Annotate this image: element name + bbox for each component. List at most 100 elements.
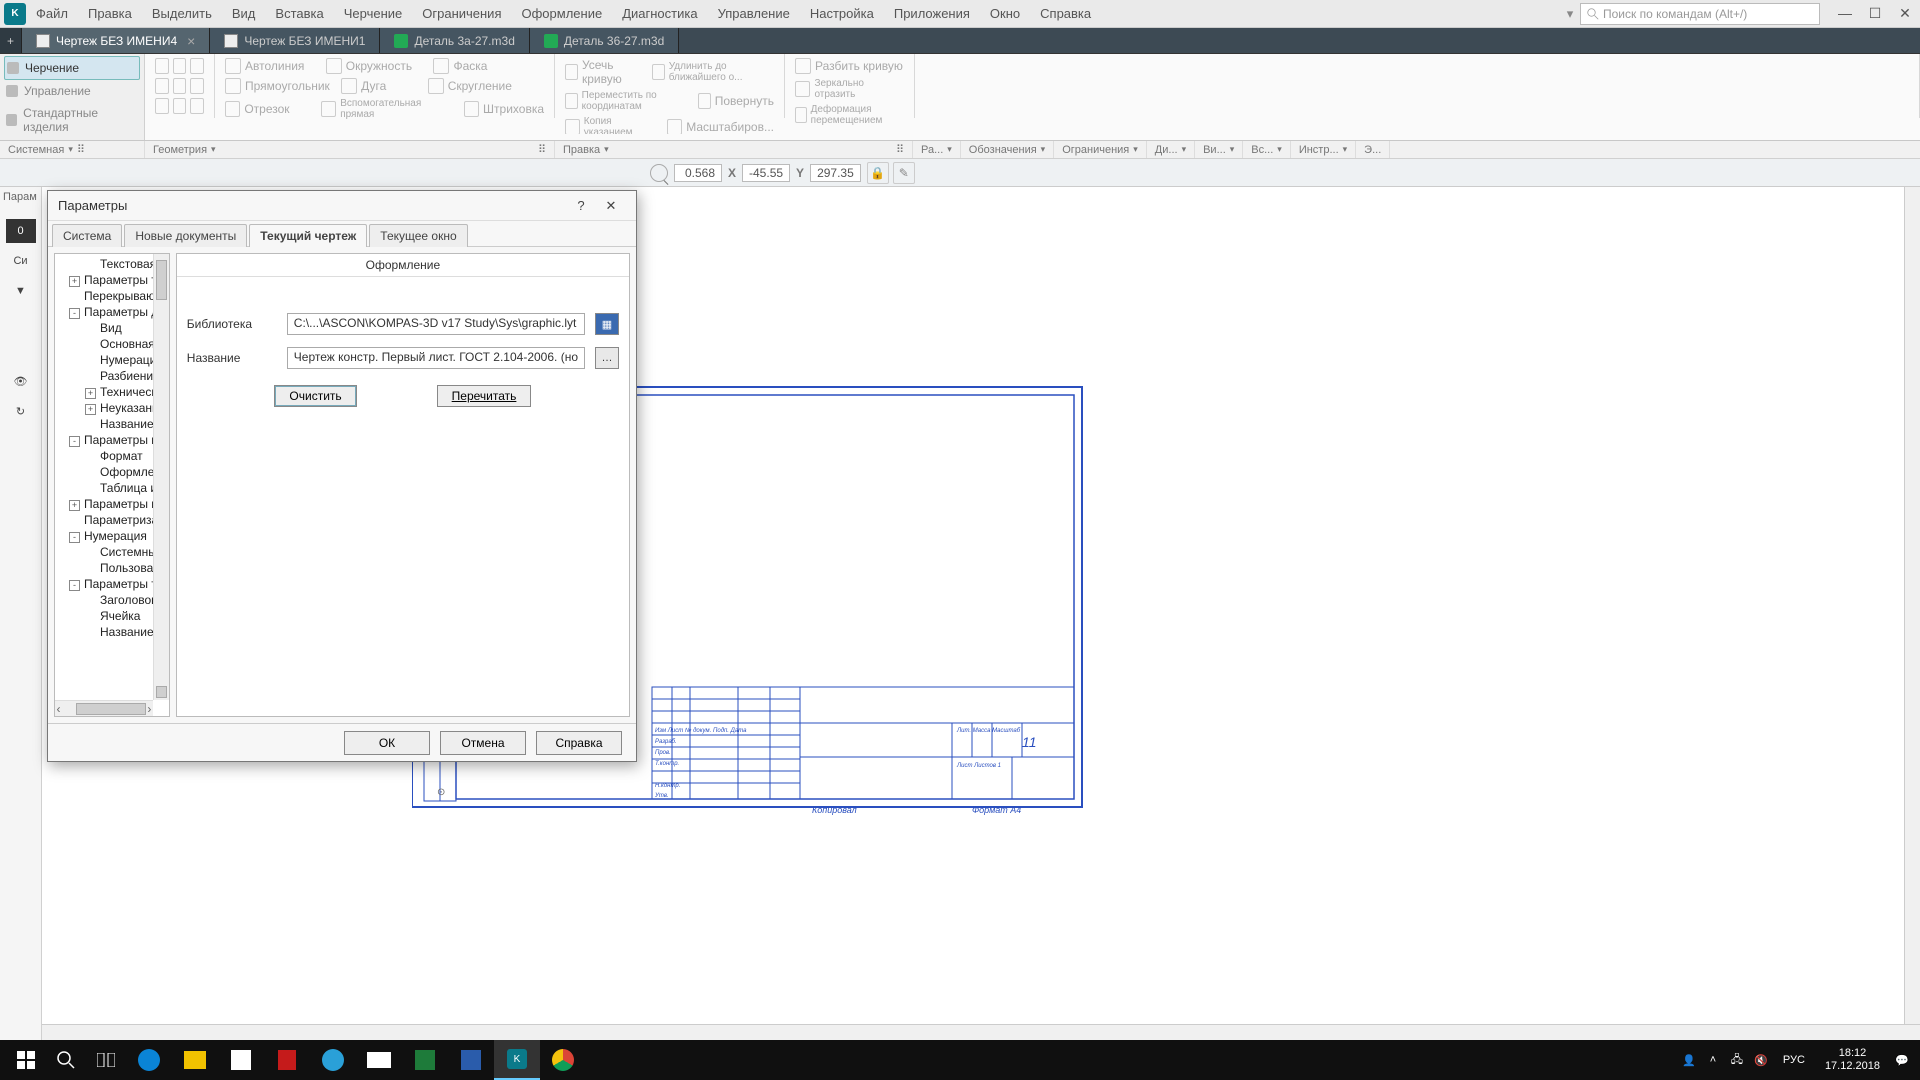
- lib-path-field[interactable]: C:\...\ASCON\KOMPAS-3D v17 Study\Sys\gra…: [287, 313, 585, 335]
- rb-new[interactable]: [151, 56, 208, 76]
- minimize-button[interactable]: —: [1830, 5, 1860, 22]
- tree-node[interactable]: +Технические требования: [59, 384, 149, 400]
- name-field[interactable]: Чертеж констр. Первый лист. ГОСТ 2.104-2…: [287, 347, 585, 369]
- tree-horizontal-scrollbar[interactable]: ‹›: [55, 700, 153, 716]
- tree-node[interactable]: Параметризация: [59, 512, 149, 528]
- start-button[interactable]: [6, 1040, 46, 1080]
- tree-node[interactable]: -Параметры таблицы отчета: [59, 576, 149, 592]
- task-view-button[interactable]: [86, 1040, 126, 1080]
- menu-drawing[interactable]: Черчение: [334, 6, 413, 21]
- clear-button[interactable]: Очистить: [274, 385, 356, 407]
- rb-rect[interactable]: Прямоугольник Дуга Скругление: [221, 76, 548, 96]
- rb-segment[interactable]: Отрезок Вспомогательная прямая Штриховка: [221, 96, 548, 122]
- zoom-icon[interactable]: [650, 164, 668, 182]
- grp-di[interactable]: Ди...▾: [1147, 141, 1195, 158]
- new-tab-button[interactable]: +: [0, 28, 22, 53]
- scrollbar-vertical[interactable]: [1904, 187, 1920, 1024]
- tree-node[interactable]: Оформление: [59, 464, 149, 480]
- tree-node[interactable]: Вид: [59, 320, 149, 336]
- tray-expand-icon[interactable]: ˄: [1701, 1048, 1725, 1072]
- tree-node[interactable]: Текстовая метка: [59, 256, 149, 272]
- reread-button[interactable]: Перечитать: [437, 385, 532, 407]
- taskbar-telegram[interactable]: [310, 1040, 356, 1080]
- command-search[interactable]: Поиск по командам (Alt+/): [1580, 3, 1820, 25]
- tree-node[interactable]: Ячейка: [59, 608, 149, 624]
- scrollbar-horizontal[interactable]: [42, 1024, 1920, 1040]
- dropdown-icon[interactable]: ▾: [1560, 6, 1580, 22]
- dtab-current-window[interactable]: Текущее окно: [369, 224, 467, 247]
- grp-instr[interactable]: Инстр...▾: [1291, 141, 1356, 158]
- grp-system[interactable]: Системная▾⠿: [0, 141, 145, 158]
- collapse-icon[interactable]: -: [69, 532, 80, 543]
- taskbar-excel[interactable]: [402, 1040, 448, 1080]
- search-button[interactable]: [46, 1040, 86, 1080]
- tree-vertical-scrollbar[interactable]: [153, 254, 169, 700]
- rb-copy[interactable]: [151, 96, 208, 116]
- doc-tab-0[interactable]: Чертеж БЕЗ ИМЕНИ4 ×: [22, 28, 210, 53]
- lp-manage[interactable]: Управление: [4, 80, 140, 102]
- dtab-system[interactable]: Система: [52, 224, 122, 247]
- ok-button[interactable]: ОК: [344, 731, 430, 755]
- rb-copy2[interactable]: Копия указанием Масштабиров...: [561, 114, 778, 134]
- tree-node[interactable]: Заголовок: [59, 592, 149, 608]
- doc-tab-2[interactable]: Деталь 3а-27.m3d: [380, 28, 529, 53]
- tree-node[interactable]: Перекрывающиеся объекты: [59, 288, 149, 304]
- maximize-button[interactable]: ☐: [1860, 5, 1890, 22]
- expand-icon[interactable]: +: [69, 276, 80, 287]
- menu-settings[interactable]: Настройка: [800, 6, 884, 21]
- close-button[interactable]: ✕: [1890, 5, 1920, 22]
- volume-icon[interactable]: 🔇: [1749, 1048, 1773, 1072]
- people-icon[interactable]: 👤: [1677, 1048, 1701, 1072]
- tree-node[interactable]: Таблица изменений: [59, 480, 149, 496]
- expand-icon[interactable]: +: [69, 500, 80, 511]
- pencil-icon[interactable]: ✎: [893, 162, 915, 184]
- collapse-icon[interactable]: -: [69, 580, 80, 591]
- menu-file[interactable]: Файл: [26, 6, 78, 21]
- tree-node[interactable]: Название спецификации на лист: [59, 416, 149, 432]
- taskbar-kompas[interactable]: K: [494, 1040, 540, 1080]
- expand-icon[interactable]: +: [85, 404, 96, 415]
- notifications-icon[interactable]: 💬: [1890, 1048, 1914, 1072]
- tree-node[interactable]: -Нумерация: [59, 528, 149, 544]
- dtab-newdocs[interactable]: Новые документы: [124, 224, 247, 247]
- strip-item-1[interactable]: Си: [6, 249, 36, 273]
- menu-edit[interactable]: Правка: [78, 6, 142, 21]
- menu-select[interactable]: Выделить: [142, 6, 222, 21]
- tree-node[interactable]: Пользовательские группы: [59, 560, 149, 576]
- tree-node[interactable]: +Неуказанная шероховатость: [59, 400, 149, 416]
- menu-apps[interactable]: Приложения: [884, 6, 980, 21]
- menu-constraints[interactable]: Ограничения: [412, 6, 511, 21]
- name-browse-button[interactable]: …: [595, 347, 619, 369]
- y-value[interactable]: 297.35: [810, 164, 861, 182]
- collapse-icon[interactable]: -: [69, 308, 80, 319]
- taskbar-chrome[interactable]: [540, 1040, 586, 1080]
- taskbar-word[interactable]: [448, 1040, 494, 1080]
- rb-split[interactable]: Разбить кривую: [791, 56, 908, 76]
- rb-print[interactable]: [151, 76, 208, 96]
- lock-icon[interactable]: 🔒: [867, 162, 889, 184]
- filter-icon[interactable]: ▼: [6, 279, 36, 303]
- grp-vi[interactable]: Ви...▾: [1195, 141, 1243, 158]
- menu-design[interactable]: Оформление: [512, 6, 613, 21]
- menu-manage[interactable]: Управление: [708, 6, 800, 21]
- tree-node[interactable]: Название таблицы: [59, 624, 149, 640]
- expand-icon[interactable]: +: [85, 388, 96, 399]
- taskbar-explorer[interactable]: [172, 1040, 218, 1080]
- tree-node[interactable]: Формат: [59, 448, 149, 464]
- strip-item-0[interactable]: 0: [6, 219, 36, 243]
- language-indicator[interactable]: РУС: [1773, 1054, 1815, 1066]
- dialog-close-button[interactable]: ✕: [596, 198, 626, 214]
- grp-ra[interactable]: Ра...▾: [913, 141, 961, 158]
- tree-node[interactable]: Разбиение на зоны: [59, 368, 149, 384]
- network-icon[interactable]: 🖧: [1725, 1048, 1749, 1072]
- taskbar-store[interactable]: [218, 1040, 264, 1080]
- zoom-value[interactable]: 0.568: [674, 164, 722, 182]
- cancel-button[interactable]: Отмена: [440, 731, 526, 755]
- menu-diagnostics[interactable]: Диагностика: [612, 6, 707, 21]
- lp-standard[interactable]: Стандартные изделия: [4, 102, 140, 138]
- dtab-current-drawing[interactable]: Текущий чертеж: [249, 224, 367, 247]
- tree-node[interactable]: Системные группы: [59, 544, 149, 560]
- tree-node[interactable]: -Параметры документа: [59, 304, 149, 320]
- rb-mirror[interactable]: Зеркально отразить: [791, 76, 908, 102]
- menu-view[interactable]: Вид: [222, 6, 266, 21]
